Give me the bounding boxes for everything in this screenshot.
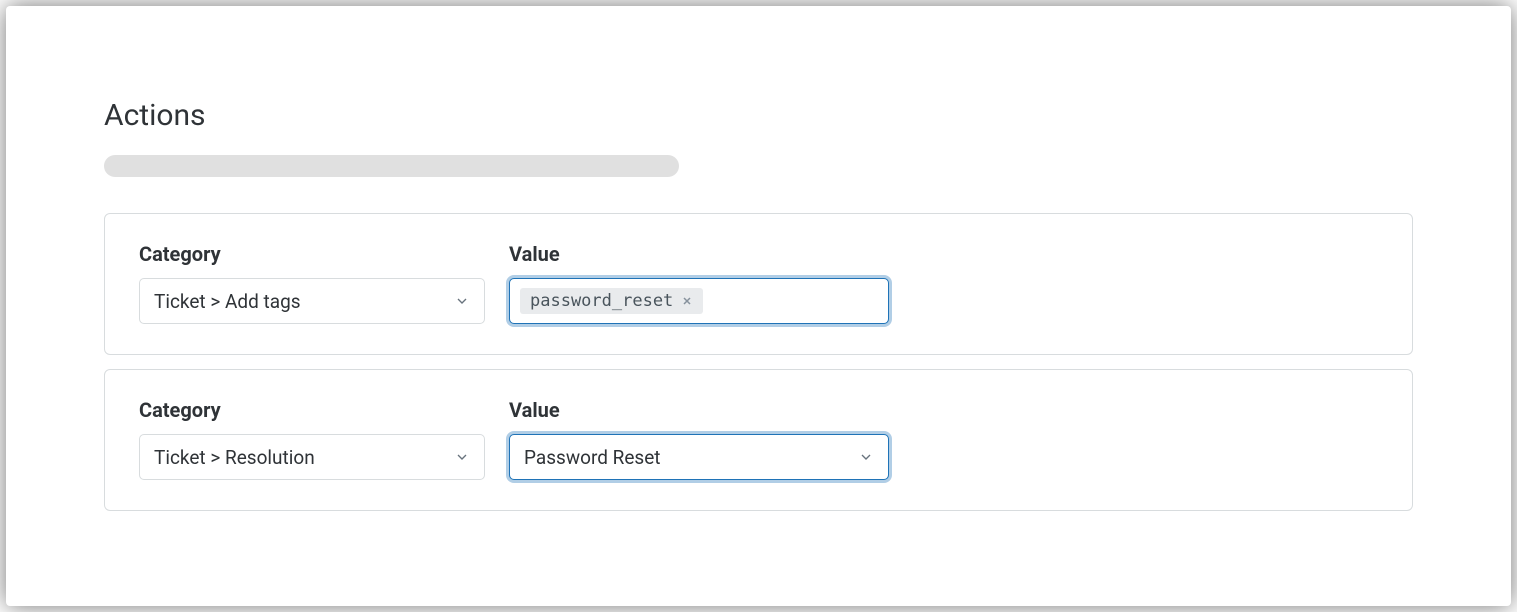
value-field-group: Value Password Reset (509, 398, 889, 480)
tag-chip: password_reset (520, 288, 703, 314)
value-field-group: Value password_reset (509, 242, 889, 324)
category-select-value: Ticket > Add tags (154, 290, 301, 313)
category-select[interactable]: Ticket > Add tags (139, 278, 485, 324)
category-select-value: Ticket > Resolution (154, 446, 315, 469)
tags-input[interactable]: password_reset (509, 278, 889, 324)
actions-panel: Actions Category Ticket > Add tags Value… (38, 38, 1479, 574)
value-select[interactable]: Password Reset (509, 434, 889, 480)
chevron-down-icon (858, 449, 874, 465)
chevron-down-icon (454, 293, 470, 309)
value-label: Value (509, 242, 889, 266)
tag-chip-label: password_reset (530, 291, 673, 311)
value-select-value: Password Reset (524, 446, 661, 469)
section-title: Actions (104, 98, 1413, 133)
value-label: Value (509, 398, 889, 422)
close-icon[interactable] (679, 293, 695, 309)
category-select[interactable]: Ticket > Resolution (139, 434, 485, 480)
category-label: Category (139, 242, 485, 266)
category-field-group: Category Ticket > Resolution (139, 398, 485, 480)
description-placeholder (104, 155, 679, 177)
chevron-down-icon (454, 449, 470, 465)
action-card: Category Ticket > Resolution Value Passw… (104, 369, 1413, 511)
category-field-group: Category Ticket > Add tags (139, 242, 485, 324)
category-label: Category (139, 398, 485, 422)
action-card: Category Ticket > Add tags Value passwor… (104, 213, 1413, 355)
